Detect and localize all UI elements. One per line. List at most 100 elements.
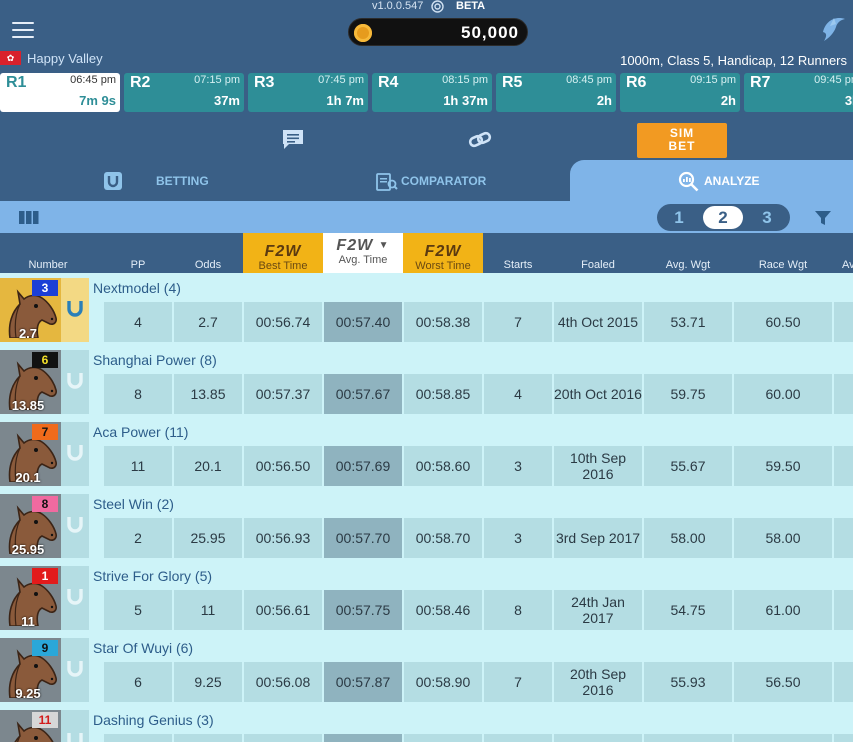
col-race-wgt[interactable]: Race Wgt [734,259,832,271]
analyze-search-icon [678,171,699,192]
columns-icon[interactable] [19,211,39,224]
runner-name[interactable]: Dashing Genius (3) [93,712,214,728]
runner-silk[interactable]: 3 2.7 [0,278,61,342]
comparator-doc-icon [376,173,398,191]
runner-silk[interactable]: 9 9.25 [0,638,61,702]
add-to-bet-button[interactable] [61,494,89,558]
runner-name[interactable]: Steel Win (2) [93,496,174,512]
col-odds[interactable]: Odds [174,259,242,271]
runner-silk[interactable]: 7 20.1 [0,422,61,486]
add-to-bet-button[interactable] [61,350,89,414]
add-to-bet-button[interactable] [61,638,89,702]
table-row[interactable]: 3 2.7 Nextmodel (4) 4 2.7 00:56.74 00:57.40 00:… [0,273,853,345]
beta-badge: BETA [456,0,486,12]
app-root: v1.0.0.547 BETA 50,000 ✿ Happy Valley 10… [0,0,853,742]
race-time: 09:15 pm [690,74,736,86]
runner-name[interactable]: Aca Power (11) [93,424,188,440]
table-row[interactable]: 1 11 Strive For Glory (5) 5 11 00:56.61 00:57.… [0,561,853,633]
race-countdown: 1h 37m [443,93,488,108]
add-to-bet-button[interactable] [61,422,89,486]
race-tab-r3[interactable]: R3 07:45 pm 1h 7m [248,73,368,112]
col-avg-time-label: Avg. Time [338,254,388,266]
cell-foaled: 20th Oct 2016 [554,374,642,414]
page-3-button[interactable]: 3 [747,206,787,229]
cell-extra [834,734,853,742]
filter-icon[interactable] [815,210,831,226]
runner-silk[interactable]: 1 11 [0,566,61,630]
runner-silk[interactable]: 8 25.95 [0,494,61,558]
runner-name[interactable]: Nextmodel (4) [93,280,181,296]
magnet-icon [67,301,83,317]
table-row[interactable]: 9 9.25 Star Of Wuyi (6) 6 9.25 00:56.08 00:57.… [0,633,853,705]
race-info: 1000m, Class 5, Handicap, 12 Runners [620,53,847,68]
table-row[interactable]: 11 Dashing Genius (3) [0,705,853,742]
simbet-label-line2: BET [668,139,696,153]
cell-odds: 25.95 [174,518,242,558]
cell-avg-wgt: 59.75 [644,374,732,414]
magnet-icon [67,733,83,742]
race-tab-r5[interactable]: R5 08:45 pm 2h [496,73,616,112]
runner-silk[interactable]: 11 [0,710,61,742]
race-number: R4 [378,74,399,91]
tab-betting-label: BETTING [156,174,209,188]
f2w-logo: F2W [424,243,462,260]
page-1-button[interactable]: 1 [659,206,699,229]
cell-odds: 20.1 [174,446,242,486]
page-2-button[interactable]: 2 [703,206,743,229]
runner-number-badge: 9 [32,640,58,656]
simbet-button[interactable]: SIM BET [637,123,727,158]
runner-name[interactable]: Shanghai Power (8) [93,352,217,368]
col-best-time[interactable]: F2W Best Time [243,233,323,273]
col-pp[interactable]: PP [104,259,172,271]
cell-race-wgt: 58.00 [734,518,832,558]
cell-pp [104,734,172,742]
balance-pill[interactable]: 50,000 [348,18,528,46]
add-to-bet-button[interactable] [61,710,89,742]
runner-name[interactable]: Strive For Glory (5) [93,568,212,584]
add-to-bet-button[interactable] [61,278,89,342]
cell-odds: 2.7 [174,302,242,342]
tab-analyze[interactable]: ANALYZE [570,160,853,201]
col-avg-time[interactable]: F2W ▼ Avg. Time [323,233,403,273]
cell-race-wgt [734,734,832,742]
race-number: R7 [750,74,771,91]
sort-caret-icon: ▼ [378,240,390,251]
col-starts[interactable]: Starts [484,259,552,271]
race-tab-r4[interactable]: R4 08:15 pm 1h 37m [372,73,492,112]
runner-silk[interactable]: 6 13.85 [0,350,61,414]
race-tab-r1[interactable]: R1 06:45 pm 7m 9s [0,73,120,112]
balance-value: 50,000 [461,23,519,42]
col-extra[interactable]: Av [842,259,853,271]
race-tab-r6[interactable]: R6 09:15 pm 2h [620,73,740,112]
dolphin-logo-icon[interactable] [820,14,848,44]
tab-betting[interactable]: BETTING [100,160,290,201]
cell-foaled: 10th Sep 2016 [554,446,642,486]
col-foaled[interactable]: Foaled [554,259,642,271]
cell-race-wgt: 60.50 [734,302,832,342]
col-worst-time[interactable]: F2W Worst Time [403,233,483,273]
cell-worst: 00:58.70 [404,518,482,558]
menu-icon[interactable] [12,22,34,38]
coin-icon [354,24,372,42]
race-countdown: 1h 7m [326,93,364,108]
chain-link-icon[interactable] [468,129,492,151]
cell-avg-wgt [644,734,732,742]
table-row[interactable]: 6 13.85 Shanghai Power (8) 8 13.85 00:57.37 00… [0,345,853,417]
race-tab-r7[interactable]: R7 09:45 pm 3h [744,73,853,112]
table-row[interactable]: 7 20.1 Aca Power (11) 11 20.1 00:56.50 00:57.6… [0,417,853,489]
cell-avg-wgt: 53.71 [644,302,732,342]
col-avg-wgt[interactable]: Avg. Wgt [644,259,732,271]
runner-name[interactable]: Star Of Wuyi (6) [93,640,193,656]
col-number[interactable]: Number [0,259,96,271]
table-row[interactable]: 8 25.95 Steel Win (2) 2 25.95 00:56.93 00:57.7… [0,489,853,561]
cell-worst: 00:58.60 [404,446,482,486]
race-time: 09:45 pm [814,74,853,86]
race-tab-r2[interactable]: R2 07:15 pm 37m [124,73,244,112]
runner-number-badge: 8 [32,496,58,512]
chat-icon[interactable] [282,129,304,150]
add-to-bet-button[interactable] [61,566,89,630]
betting-magnet-icon [104,172,122,190]
col-worst-time-label: Worst Time [415,260,471,272]
tab-comparator[interactable]: COMPARATOR [374,160,564,201]
f2w-logo: F2W ▼ [323,238,403,254]
